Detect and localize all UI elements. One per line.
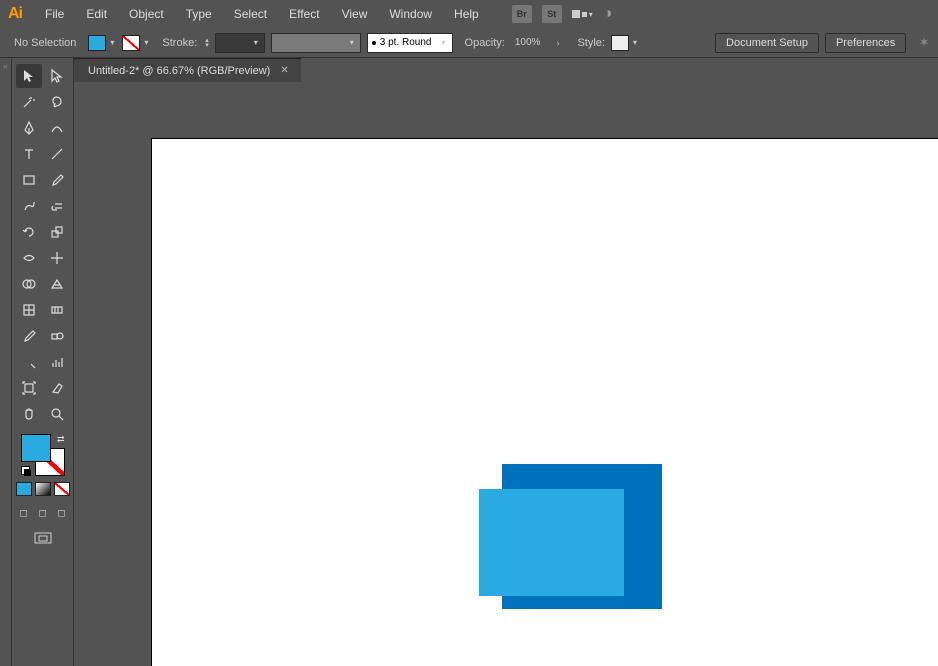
curvature-tool[interactable]	[44, 116, 70, 140]
line-segment-tool[interactable]	[44, 142, 70, 166]
magic-wand-tool[interactable]	[16, 90, 42, 114]
color-mode-row	[15, 482, 70, 496]
draw-normal-icon[interactable]: ◻	[16, 506, 32, 520]
artboard[interactable]	[151, 138, 938, 666]
blend-tool[interactable]	[44, 324, 70, 348]
menu-edit[interactable]: Edit	[77, 3, 116, 25]
perspective-grid-tool[interactable]	[44, 272, 70, 296]
panel-collapse-handle[interactable]: «	[0, 58, 12, 666]
artboard-tool[interactable]	[16, 376, 42, 400]
swap-fill-stroke-icon[interactable]: ⇄	[57, 434, 65, 445]
menu-effect[interactable]: Effect	[280, 3, 328, 25]
style-swatch[interactable]	[611, 35, 629, 51]
gpu-preview-icon[interactable]: ◑	[603, 5, 613, 23]
draw-mode-row: ◻ ◻ ◻	[15, 506, 70, 520]
brush-name: 3 pt. Round	[380, 37, 432, 48]
eyedropper-tool[interactable]	[16, 324, 42, 348]
rectangle-tool[interactable]	[16, 168, 42, 192]
menu-view[interactable]: View	[333, 3, 377, 25]
bridge-icon[interactable]: Br	[512, 5, 532, 23]
paintbrush-tool[interactable]	[44, 168, 70, 192]
brush-definition-dropdown[interactable]: 3 pt. Round ▾	[367, 33, 453, 53]
stroke-weight-stepper[interactable]: ▴▾	[205, 38, 209, 48]
draw-behind-icon[interactable]: ◻	[35, 506, 51, 520]
brush-dot-icon	[372, 41, 376, 45]
canvas-area[interactable]: Untitled-2* @ 66.67% (RGB/Preview) ✕	[74, 58, 938, 666]
style-label: Style:	[577, 37, 605, 49]
menu-type[interactable]: Type	[177, 3, 221, 25]
shaper-tool[interactable]	[16, 194, 42, 218]
stroke-weight-dropdown[interactable]: ▾	[215, 33, 265, 53]
align-flyout-icon[interactable]: ✶	[918, 34, 930, 51]
opacity-label: Opacity:	[465, 37, 505, 49]
fill-color-swatch[interactable]	[21, 434, 51, 462]
arrange-documents-icon[interactable]: ▾	[572, 10, 593, 19]
selection-status: No Selection	[8, 34, 82, 52]
rotate-tool[interactable]	[16, 220, 42, 244]
selection-tool[interactable]	[16, 64, 42, 88]
app-logo: Ai	[8, 5, 22, 23]
pen-tool[interactable]	[16, 116, 42, 140]
fill-stroke-indicator[interactable]: ⇄	[21, 434, 65, 476]
fill-dropdown-caret[interactable]: ▾	[108, 38, 116, 47]
rectangle-light-blue[interactable]	[479, 489, 624, 596]
document-tab[interactable]: Untitled-2* @ 66.67% (RGB/Preview) ✕	[74, 58, 301, 82]
color-mode-solid[interactable]	[16, 482, 32, 496]
preferences-button[interactable]: Preferences	[825, 33, 906, 53]
menu-help[interactable]: Help	[445, 3, 488, 25]
graphic-style-control[interactable]: ▾	[611, 35, 639, 51]
opacity-flyout-icon[interactable]: ›	[550, 38, 565, 48]
width-tool[interactable]	[16, 246, 42, 270]
type-tool[interactable]	[16, 142, 42, 166]
fill-swatch[interactable]	[88, 35, 106, 51]
variable-width-profile-dropdown[interactable]: ▾	[271, 33, 361, 53]
eraser-tool[interactable]	[44, 194, 70, 218]
document-tab-title: Untitled-2* @ 66.67% (RGB/Preview)	[88, 65, 270, 77]
column-graph-tool[interactable]	[44, 350, 70, 374]
color-mode-none[interactable]	[54, 482, 70, 496]
symbol-sprayer-tool[interactable]	[16, 350, 42, 374]
menu-window[interactable]: Window	[380, 3, 441, 25]
slice-tool[interactable]	[44, 376, 70, 400]
stroke-dropdown-caret[interactable]: ▾	[142, 38, 150, 47]
fill-color-control[interactable]: ▾	[88, 35, 116, 51]
color-mode-gradient[interactable]	[35, 482, 51, 496]
free-transform-tool[interactable]	[44, 246, 70, 270]
stroke-weight-label: Stroke:	[162, 37, 197, 49]
stroke-swatch[interactable]	[122, 35, 140, 51]
control-bar: No Selection ▾ ▾ Stroke: ▴▾ ▾ ▾ 3 pt. Ro…	[0, 28, 938, 58]
shape-builder-tool[interactable]	[16, 272, 42, 296]
menu-file[interactable]: File	[36, 3, 73, 25]
mesh-tool[interactable]	[16, 298, 42, 322]
style-dropdown-caret[interactable]: ▾	[631, 38, 639, 47]
menu-bar: Ai File Edit Object Type Select Effect V…	[0, 0, 938, 28]
stroke-color-control[interactable]: ▾	[122, 35, 150, 51]
screen-mode-button[interactable]	[34, 532, 52, 549]
close-tab-icon[interactable]: ✕	[280, 65, 288, 76]
draw-inside-icon[interactable]: ◻	[54, 506, 70, 520]
direct-selection-tool[interactable]	[44, 64, 70, 88]
hand-tool[interactable]	[16, 402, 42, 426]
menu-object[interactable]: Object	[120, 3, 173, 25]
document-setup-button[interactable]: Document Setup	[715, 33, 819, 53]
gradient-tool[interactable]	[44, 298, 70, 322]
tools-panel: ⇄ ◻ ◻ ◻	[12, 58, 74, 666]
stock-icon[interactable]: St	[542, 5, 562, 23]
scale-tool[interactable]	[44, 220, 70, 244]
menu-select[interactable]: Select	[225, 3, 276, 25]
main-area: «	[0, 58, 938, 666]
default-fill-stroke-icon[interactable]	[21, 466, 31, 476]
opacity-value[interactable]: 100%	[511, 33, 545, 53]
zoom-tool[interactable]	[44, 402, 70, 426]
lasso-tool[interactable]	[44, 90, 70, 114]
